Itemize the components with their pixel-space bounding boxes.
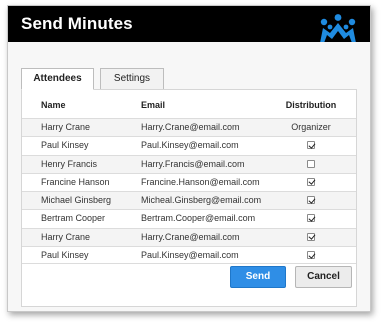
- distribution-checkbox[interactable]: [307, 141, 315, 150]
- attendee-email: Francine.Hanson@email.com: [141, 176, 260, 187]
- table-row: Paul Kinsey Paul.Kinsey@email.com: [22, 246, 356, 265]
- tab-attendees[interactable]: Attendees: [21, 68, 94, 90]
- attendee-email: Harry.Crane@email.com: [141, 231, 240, 242]
- table-row: Bertram Cooper Bertram.Cooper@email.com: [22, 209, 356, 227]
- dialog-title: Send Minutes: [21, 14, 133, 33]
- cancel-button[interactable]: Cancel: [295, 266, 352, 288]
- table-row: Harry Crane Harry.Crane@email.com Organi…: [22, 118, 356, 137]
- table-row: Francine Hanson Francine.Hanson@email.co…: [22, 172, 356, 191]
- crown-people-icon: [320, 14, 356, 43]
- distribution-checkbox[interactable]: [307, 251, 315, 260]
- distribution-label: Organizer: [291, 122, 331, 132]
- table-row: Michael Ginsberg Micheal.Ginsberg@email.…: [22, 191, 356, 210]
- attendee-email: Harry.Francis@email.com: [141, 158, 245, 169]
- distribution-checkbox[interactable]: [307, 214, 315, 223]
- send-button[interactable]: Send: [230, 266, 286, 288]
- attendee-name: Bertram Cooper: [41, 213, 106, 224]
- attendee-email: Paul.Kinsey@email.com: [141, 140, 239, 151]
- table-row: Harry Crane Harry.Crane@email.com: [22, 227, 356, 247]
- attendee-name: Francine Hanson: [41, 176, 110, 187]
- column-header-name[interactable]: Name: [41, 100, 66, 110]
- distribution-checkbox[interactable]: [307, 232, 315, 241]
- column-header-distribution[interactable]: Distribution: [276, 100, 346, 110]
- dialog-body: Attendees Settings Name Email Distributi…: [8, 42, 370, 311]
- attendee-name: Henry Francis: [41, 158, 98, 169]
- attendee-name: Paul Kinsey: [41, 140, 89, 151]
- table-row: Paul Kinsey Paul.Kinsey@email.com: [22, 136, 356, 154]
- attendee-email: Harry.Crane@email.com: [141, 122, 240, 132]
- distribution-checkbox[interactable]: [307, 196, 315, 205]
- attendee-name: Harry Crane: [41, 122, 91, 132]
- attendee-email: Paul.Kinsey@email.com: [141, 250, 239, 261]
- table-header: Name Email Distribution: [22, 100, 356, 118]
- dialog-titlebar: Send Minutes: [8, 6, 370, 43]
- distribution-checkbox[interactable]: [307, 159, 315, 168]
- column-header-email[interactable]: Email: [141, 100, 165, 110]
- table-row: Henry Francis Harry.Francis@email.com: [22, 154, 356, 173]
- send-minutes-dialog: Send Minutes Attendees Settings Name Ema…: [7, 5, 371, 312]
- attendee-list: Harry Crane Harry.Crane@email.com Organi…: [22, 118, 356, 265]
- distribution-checkbox[interactable]: [307, 177, 315, 186]
- attendee-name: Paul Kinsey: [41, 250, 89, 261]
- attendee-name: Michael Ginsberg: [41, 195, 112, 206]
- tab-settings[interactable]: Settings: [100, 68, 164, 90]
- attendee-name: Harry Crane: [41, 231, 91, 242]
- attendee-email: Bertram.Cooper@email.com: [141, 213, 256, 224]
- attendee-email: Micheal.Ginsberg@email.com: [141, 195, 262, 206]
